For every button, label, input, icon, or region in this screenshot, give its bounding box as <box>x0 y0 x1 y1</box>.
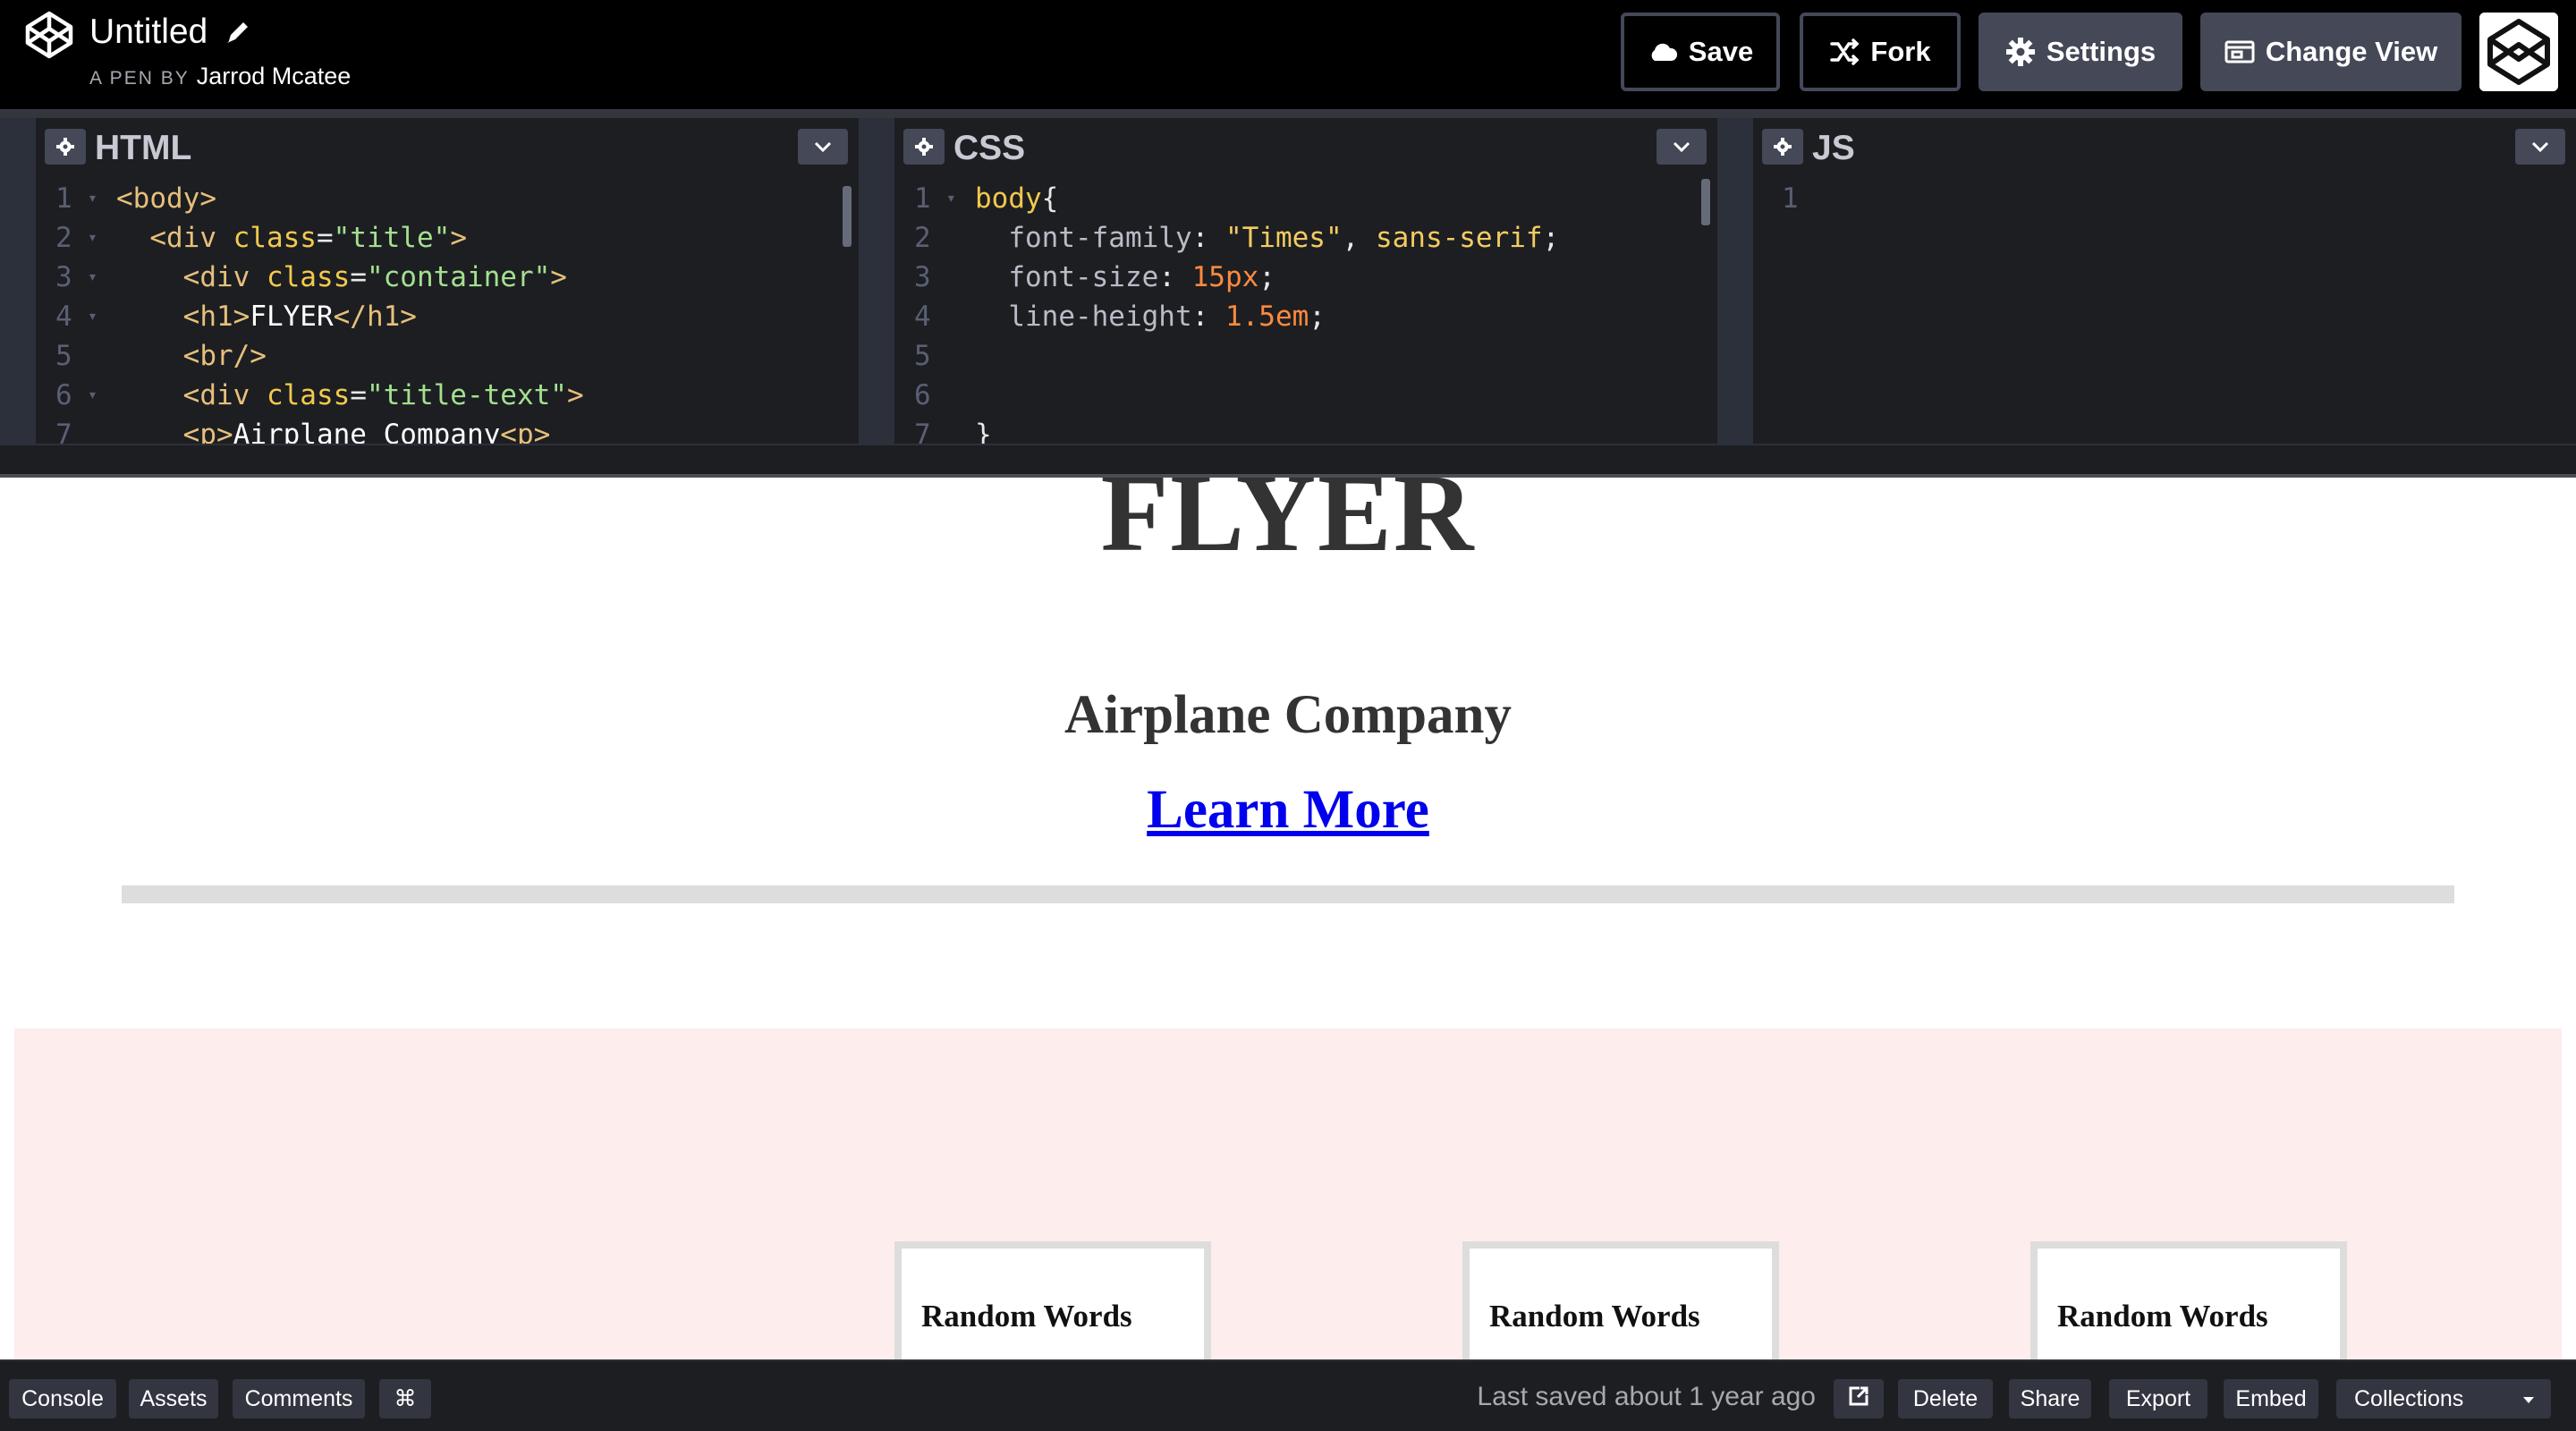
code-line: 3 ▾ <div class="container"> <box>55 261 567 293</box>
editor-preview-resizer[interactable] <box>0 444 2576 478</box>
gear-icon <box>915 138 933 156</box>
chevron-down-icon <box>814 141 832 153</box>
delete-button[interactable]: Delete <box>1898 1379 1993 1418</box>
console-button[interactable]: Console <box>9 1379 116 1418</box>
code-line: 7 <p>Airplane Company<p> <box>55 419 551 444</box>
card: Random Words <box>1462 1241 1779 1359</box>
panel-resize-handle[interactable] <box>859 118 894 444</box>
css-code-editor[interactable]: 1 ▾ body{ 2 font-family: "Times", sans-ser… <box>894 179 1717 444</box>
pen-by-label: A PEN BY <box>89 68 190 89</box>
external-link-icon <box>1847 1384 1870 1414</box>
code-line: 5 <box>914 340 931 372</box>
code-line: 1 <box>1782 182 1799 215</box>
code-line: 4 ▾ <h1>FLYER</h1> <box>55 301 417 333</box>
embed-button[interactable]: Embed <box>2224 1379 2318 1418</box>
change-view-icon <box>2224 39 2255 64</box>
save-button[interactable]: Save <box>1621 13 1780 91</box>
js-panel-header: JS <box>1753 118 2576 179</box>
save-label: Save <box>1688 36 1754 67</box>
html-panel-title: HTML <box>95 129 192 167</box>
code-line: 6 <box>914 379 931 411</box>
chevron-down-icon <box>1673 141 1690 153</box>
code-line: 6 ▾ <div class="title-text"> <box>55 379 584 411</box>
code-line: 1 ▾ <body> <box>55 182 216 215</box>
gear-icon <box>2005 37 2036 67</box>
export-button[interactable]: Export <box>2109 1379 2207 1418</box>
html-panel-header: HTML <box>36 118 859 179</box>
last-saved-status: Last saved about 1 year ago <box>1477 1382 1816 1411</box>
card-title: Random Words <box>1489 1299 1700 1334</box>
css-settings-button[interactable] <box>903 129 945 165</box>
author-link[interactable]: Jarrod Mcatee <box>197 63 352 89</box>
css-panel-title: CSS <box>953 129 1026 167</box>
settings-button[interactable]: Settings <box>1979 13 2182 91</box>
card-title: Random Words <box>921 1299 1132 1334</box>
html-code-editor[interactable]: 1 ▾ <body> 2 ▾ <div class="title"> 3 ▾ <div … <box>36 179 859 444</box>
gear-icon <box>1774 138 1792 156</box>
left-gutter[interactable] <box>0 118 36 444</box>
open-in-new-window-button[interactable] <box>1834 1379 1884 1418</box>
preview-subtitle: Airplane Company <box>1064 685 1512 745</box>
css-editor-panel: CSS 1 ▾ body{ 2 font-family: "Times", sans… <box>894 118 1717 444</box>
html-settings-button[interactable] <box>45 129 86 165</box>
pencil-edit-icon[interactable] <box>224 18 252 47</box>
html-panel-menu-button[interactable] <box>798 129 848 165</box>
comments-button[interactable]: Comments <box>233 1379 365 1418</box>
cloud-icon <box>1648 41 1678 63</box>
collections-dropdown[interactable]: Collections <box>2336 1379 2551 1418</box>
code-line: 3 font-size: 15px; <box>914 261 1275 293</box>
html-editor-panel: HTML 1 ▾ <body> 2 ▾ <div class="title"> 3 ▾ … <box>36 118 859 444</box>
header-divider <box>0 109 2576 118</box>
code-line: 4 line-height: 1.5em; <box>914 301 1326 333</box>
keyboard-shortcuts-button[interactable]: ⌘ <box>379 1379 431 1418</box>
card: Random Words <box>894 1241 1211 1359</box>
pen-title[interactable]: Untitled <box>89 9 208 55</box>
caret-down-icon <box>2521 1388 2537 1416</box>
preview-pane: FLYER Airplane Company Learn More Random… <box>0 478 2576 1359</box>
code-line: 7} <box>914 419 992 444</box>
chevron-down-icon <box>2531 141 2549 153</box>
user-avatar[interactable] <box>2479 13 2558 91</box>
preview-heading: FLYER <box>1100 478 1476 574</box>
change-view-label: Change View <box>2265 36 2438 67</box>
js-panel-menu-button[interactable] <box>2515 129 2565 165</box>
learn-more-link-wrap: Learn More <box>0 773 2576 848</box>
fork-icon <box>1829 38 1860 65</box>
js-code-editor[interactable]: 1 <box>1753 179 2576 444</box>
codepen-logo-icon[interactable] <box>23 9 75 61</box>
code-line: 2 ▾ <div class="title"> <box>55 222 467 254</box>
card-title: Random Words <box>2057 1299 2268 1334</box>
fork-label: Fork <box>1870 36 1931 67</box>
card: Random Words <box>2030 1241 2347 1359</box>
collections-label: Collections <box>2354 1385 2464 1411</box>
js-editor-panel: JS 1 <box>1753 118 2576 444</box>
js-panel-title: JS <box>1812 129 1855 167</box>
js-settings-button[interactable] <box>1762 129 1803 165</box>
header-bar: Untitled A PEN BY Jarrod Mcatee Save Fork… <box>0 0 2576 109</box>
assets-button[interactable]: Assets <box>129 1379 218 1418</box>
code-line: 1 ▾ body{ <box>914 182 1059 215</box>
footer-bar: Console Assets Comments ⌘ Last saved abo… <box>0 1359 2576 1431</box>
code-line: 5 <br/> <box>55 340 267 372</box>
change-view-button[interactable]: Change View <box>2200 13 2462 91</box>
css-panel-menu-button[interactable] <box>1657 129 1707 165</box>
fork-button[interactable]: Fork <box>1800 13 1961 91</box>
share-button[interactable]: Share <box>2009 1379 2091 1418</box>
pen-author-line: A PEN BY Jarrod Mcatee <box>89 61 351 94</box>
panel-resize-handle[interactable] <box>1717 118 1753 444</box>
learn-more-link[interactable]: Learn More <box>1147 780 1429 840</box>
css-panel-header: CSS <box>894 118 1717 179</box>
horizontal-rule <box>122 885 2454 903</box>
settings-label: Settings <box>2046 36 2157 67</box>
gear-icon <box>56 138 74 156</box>
code-line: 2 font-family: "Times", sans-serif; <box>914 222 1560 254</box>
